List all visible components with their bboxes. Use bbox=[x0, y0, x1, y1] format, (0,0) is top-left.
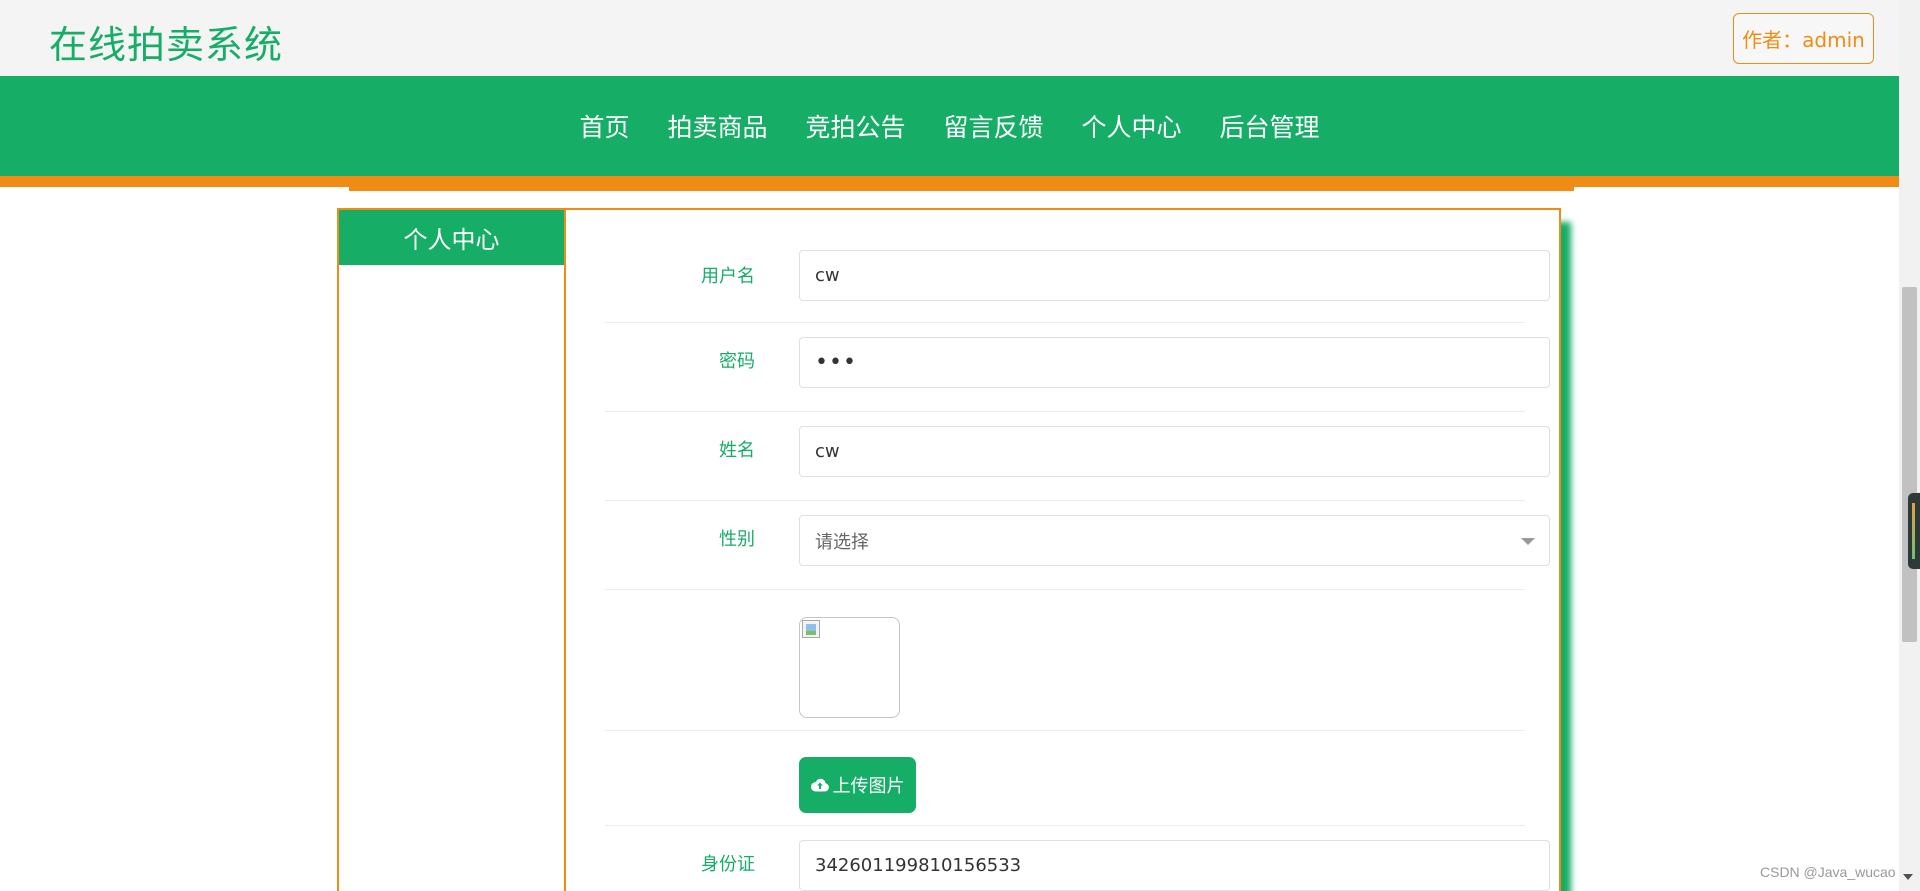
chevron-down-icon bbox=[1521, 538, 1535, 545]
author-button[interactable]: 作者：admin bbox=[1733, 13, 1874, 64]
password-label: 密码 bbox=[719, 351, 755, 372]
form-row-upload: 上传图片 bbox=[605, 732, 1525, 826]
form-row-username: 用户名 cw bbox=[605, 250, 1550, 323]
main-nav: 首页 拍卖商品 竞拍公告 留言反馈 个人中心 后台管理 bbox=[0, 76, 1899, 176]
site-title: 在线拍卖系统 bbox=[49, 23, 284, 67]
nav-item-admin[interactable]: 后台管理 bbox=[1220, 108, 1320, 144]
gender-select-placeholder: 请选择 bbox=[815, 531, 869, 553]
nav-item-auction-goods[interactable]: 拍卖商品 bbox=[667, 108, 767, 144]
gender-label: 性别 bbox=[719, 529, 755, 550]
watermark: CSDN @Java_wucao bbox=[1760, 864, 1896, 880]
password-value: ••• bbox=[815, 349, 857, 375]
id-card-label: 身份证 bbox=[701, 854, 755, 875]
sidebar-title: 个人中心 bbox=[339, 210, 564, 265]
page: 在线拍卖系统 作者：admin 首页 拍卖商品 竞拍公告 留言反馈 个人中心 后… bbox=[0, 0, 1920, 891]
nav-accent-underline bbox=[349, 187, 1574, 191]
scroll-down-arrow-icon[interactable] bbox=[1903, 874, 1913, 880]
password-input[interactable]: ••• bbox=[799, 337, 1550, 388]
nav-accent-stripe bbox=[0, 176, 1899, 187]
username-input[interactable]: cw bbox=[799, 250, 1550, 301]
nav-item-feedback[interactable]: 留言反馈 bbox=[944, 108, 1044, 144]
form-row-gender: 性别 请选择 bbox=[605, 502, 1550, 590]
name-label: 姓名 bbox=[719, 440, 755, 461]
form-row-name: 姓名 cw bbox=[605, 413, 1550, 501]
broken-image-icon bbox=[802, 620, 820, 638]
gender-select[interactable]: 请选择 bbox=[799, 515, 1550, 566]
scrollbar-thumb[interactable] bbox=[1902, 287, 1917, 642]
nav-menu: 首页 拍卖商品 竞拍公告 留言反馈 个人中心 后台管理 bbox=[0, 76, 1899, 176]
form-row-id-card: 身份证 342601199810156533 bbox=[605, 827, 1550, 891]
profile-form-panel: 用户名 cw 密码 ••• 姓名 cw 性别 请选择 上传图片 身份证 3426… bbox=[564, 208, 1561, 891]
upload-image-button[interactable]: 上传图片 bbox=[799, 757, 916, 813]
nav-item-home[interactable]: 首页 bbox=[579, 108, 629, 144]
name-input[interactable]: cw bbox=[799, 426, 1550, 477]
top-header: 在线拍卖系统 作者：admin bbox=[0, 0, 1899, 76]
nav-item-personal-center[interactable]: 个人中心 bbox=[1082, 108, 1182, 144]
id-card-input[interactable]: 342601199810156533 bbox=[799, 840, 1550, 891]
username-label: 用户名 bbox=[701, 266, 755, 287]
upload-button-label: 上传图片 bbox=[832, 776, 905, 797]
form-row-photo bbox=[605, 591, 1525, 731]
sidebar: 个人中心 bbox=[337, 208, 566, 891]
cloud-upload-icon bbox=[810, 778, 829, 792]
form-row-password: 密码 ••• bbox=[605, 324, 1550, 412]
side-floating-widget[interactable] bbox=[1908, 493, 1920, 569]
avatar-preview bbox=[799, 617, 900, 718]
nav-item-bid-notice[interactable]: 竞拍公告 bbox=[805, 108, 905, 144]
